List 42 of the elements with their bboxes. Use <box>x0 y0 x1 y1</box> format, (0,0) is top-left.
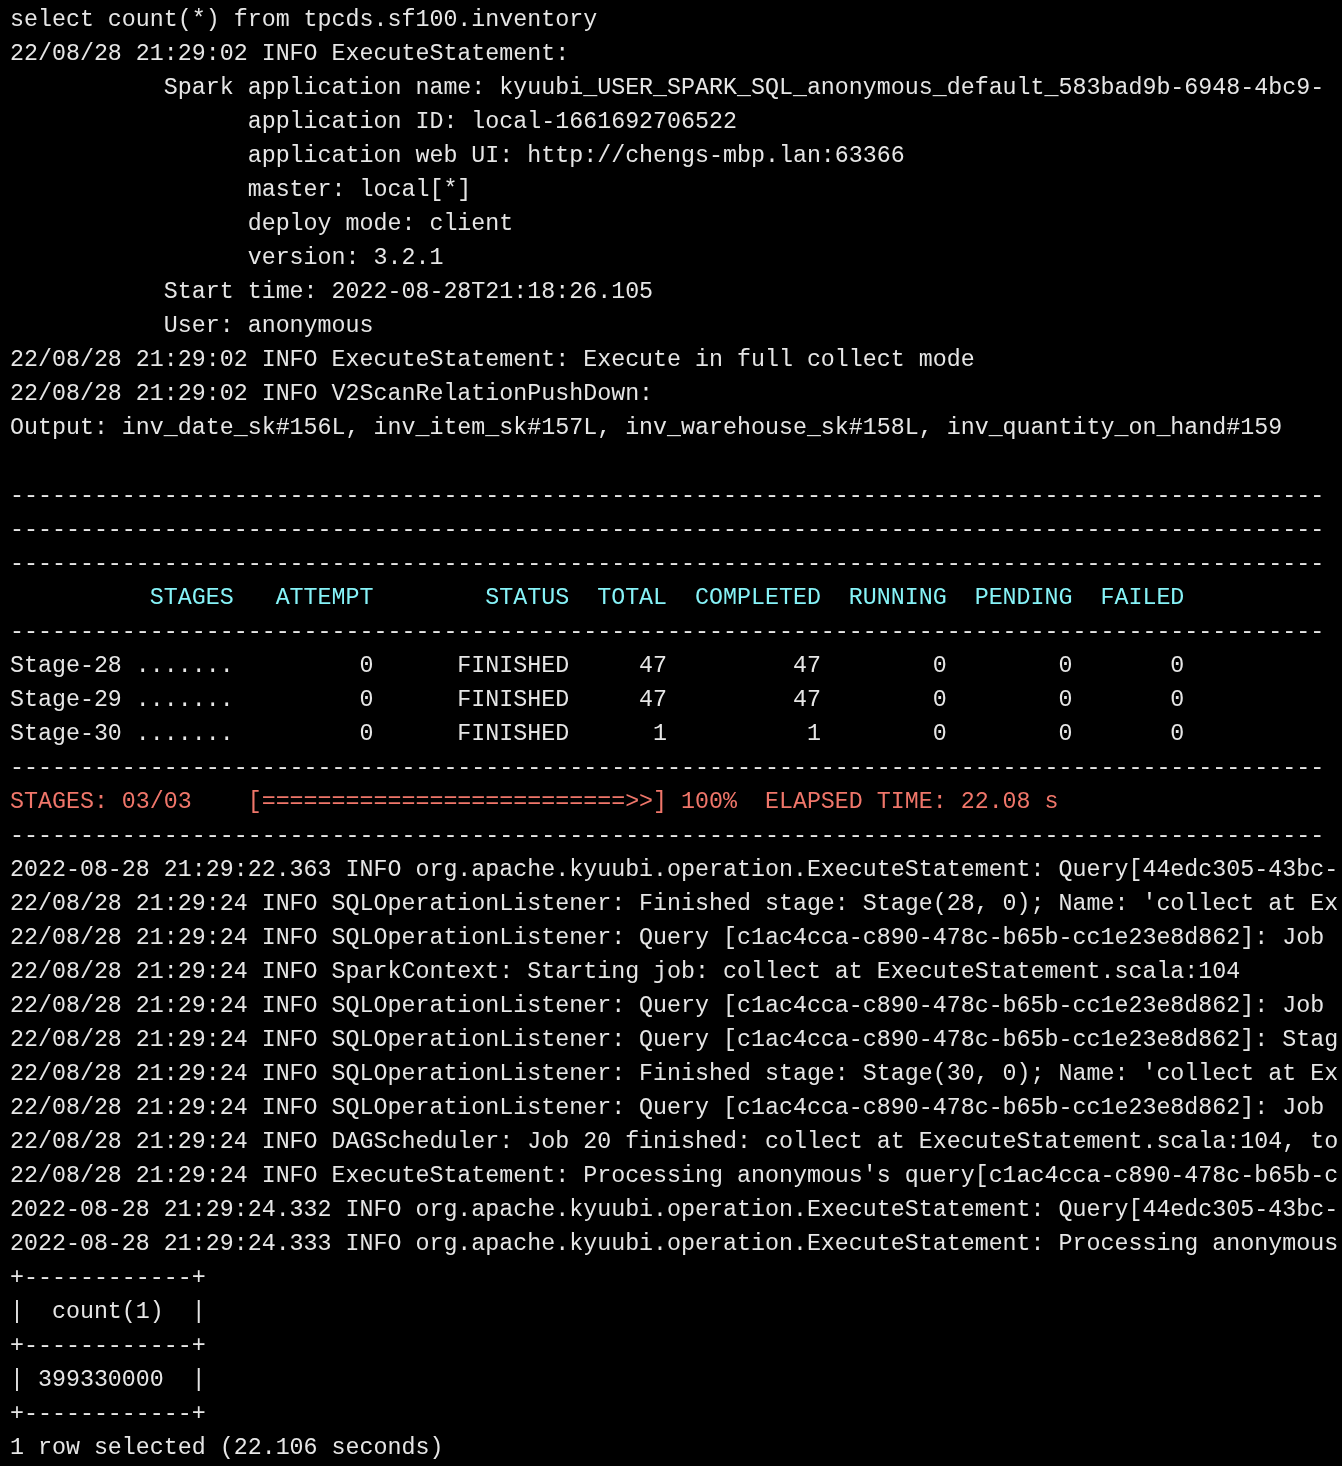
log-line: 22/08/28 21:29:02 INFO ExecuteStatement: <box>10 41 570 67</box>
log-line: application ID: local-1661692706522 <box>246 109 737 135</box>
stage-row: Stage-28 ....... 0 FINISHED 47 47 0 0 0 <box>10 653 1185 679</box>
stage-row: Stage-30 ....... 0 FINISHED 1 1 0 0 0 <box>10 721 1185 747</box>
log-line: 22/08/28 21:29:24 INFO SQLOperationListener: Finished stage: Stage(30, 0); Name: 'collect at Ex <box>10 1061 1339 1087</box>
separator-line: ---------------------------------------------------------------------------------------------- <box>10 483 1325 509</box>
log-line: 22/08/28 21:29:24 INFO SQLOperationListener: Query [c1ac4cca-c890-478c-b65b-cc1e23e8d862]: Job <box>10 993 1325 1019</box>
separator-line: ---------------------------------------------------------------------------------------------- <box>10 823 1325 849</box>
log-line: 22/08/28 21:29:24 INFO SQLOperationListener: Query [c1ac4cca-c890-478c-b65b-cc1e23e8d862]: Job <box>10 1095 1325 1121</box>
progress-line: STAGES: 03/03 [==========================>>] 100% ELAPSED TIME: 22.08 s <box>10 789 1059 815</box>
separator-line: ---------------------------------------------------------------------------------------------- <box>10 551 1325 577</box>
log-line: Output: inv_date_sk#156L, inv_item_sk#157L, inv_warehouse_sk#158L, inv_quantity_on_hand#159 <box>10 415 1283 441</box>
stages-table-header: STAGES ATTEMPT STATUS TOTAL COMPLETED RUNNING PENDING FAILED <box>148 585 1185 611</box>
log-line: 2022-08-28 21:29:24.333 INFO org.apache.kyuubi.operation.ExecuteStatement: Processing anonymous <box>10 1231 1339 1257</box>
result-table-line: +------------+ <box>10 1401 206 1427</box>
log-line: master: local[*] <box>246 177 472 203</box>
separator-line: ---------------------------------------------------------------------------------------------- <box>10 619 1325 645</box>
log-line: Spark application name: kyuubi_USER_SPARK_SQL_anonymous_default_583bad9b-6948-4bc9- <box>162 75 1325 101</box>
log-line: 22/08/28 21:29:24 INFO SQLOperationListener: Query [c1ac4cca-c890-478c-b65b-cc1e23e8d862]: Job <box>10 925 1325 951</box>
log-line: 22/08/28 21:29:24 INFO SQLOperationListener: Finished stage: Stage(28, 0); Name: 'collect at Ex <box>10 891 1339 917</box>
log-line: User: anonymous <box>162 313 374 339</box>
log-line: 22/08/28 21:29:24 INFO ExecuteStatement: Processing anonymous's query[c1ac4cca-c890-478c-b65b-c <box>10 1163 1339 1189</box>
log-line: 22/08/28 21:29:24 INFO DAGScheduler: Job 20 finished: collect at ExecuteStatement.scala:104, to <box>10 1129 1339 1155</box>
log-line: 22/08/28 21:29:24 INFO SQLOperationListener: Query [c1ac4cca-c890-478c-b65b-cc1e23e8d862]: Stag <box>10 1027 1339 1053</box>
log-line: 22/08/28 21:29:02 INFO ExecuteStatement: Execute in full collect mode <box>10 347 975 373</box>
log-line: 2022-08-28 21:29:22.363 INFO org.apache.kyuubi.operation.ExecuteStatement: Query[44edc305-43bc- <box>10 857 1339 883</box>
log-line: 1 row selected (22.106 seconds) <box>10 1435 444 1461</box>
result-table-line: +------------+ <box>10 1265 206 1291</box>
result-table-line: +------------+ <box>10 1333 206 1359</box>
log-line: 22/08/28 21:29:02 INFO V2ScanRelationPushDown: <box>10 381 654 407</box>
log-line: application web UI: http://chengs-mbp.lan:63366 <box>246 143 905 169</box>
log-line: Start time: 2022-08-28T21:18:26.105 <box>162 279 654 305</box>
result-table-line: | count(1) | <box>10 1299 206 1325</box>
result-table-line: | 399330000 | <box>10 1367 206 1393</box>
log-line: 22/08/28 21:29:24 INFO SparkContext: Starting job: collect at ExecuteStatement.scala:104 <box>10 959 1241 985</box>
separator-line: ---------------------------------------------------------------------------------------------- <box>10 517 1325 543</box>
log-line: 2022-08-28 21:29:24.332 INFO org.apache.kyuubi.operation.ExecuteStatement: Query[44edc305-43bc- <box>10 1197 1339 1223</box>
log-line: version: 3.2.1 <box>246 245 444 271</box>
log-line: select count(*) from tpcds.sf100.inventory <box>10 7 598 33</box>
separator-line: ---------------------------------------------------------------------------------------------- <box>10 755 1325 781</box>
log-line: deploy mode: client <box>246 211 514 237</box>
stage-row: Stage-29 ....... 0 FINISHED 47 47 0 0 0 <box>10 687 1185 713</box>
